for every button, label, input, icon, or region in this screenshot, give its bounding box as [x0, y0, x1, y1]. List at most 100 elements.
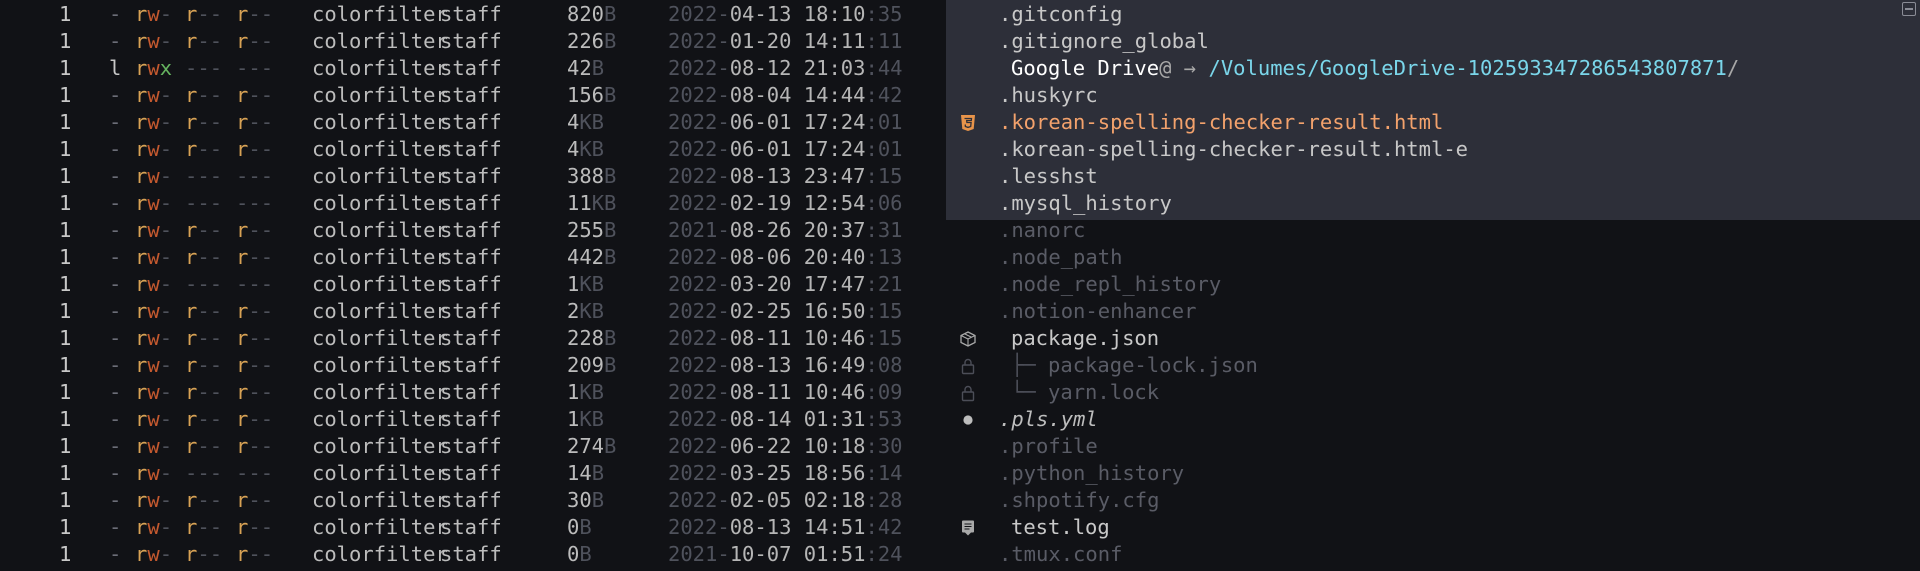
- file-name[interactable]: package.json: [1011, 325, 1159, 352]
- permission-group: ---: [236, 56, 274, 80]
- date-main: 06-22 10:18: [729, 434, 866, 458]
- file-size: 388: [567, 164, 605, 188]
- scrollbar-toggle-icon[interactable]: [1902, 2, 1916, 16]
- listing-row[interactable]: 1 - rw-r-- r-- colorfilter staff 274 B 2022-06-2…: [0, 433, 1920, 460]
- size-unit: KB: [579, 380, 605, 404]
- date-seconds: :15: [865, 299, 903, 323]
- file-size: 4: [567, 137, 580, 161]
- owner-user: colorfilter: [312, 542, 448, 566]
- date-year: 2022-: [668, 83, 730, 107]
- listing-row[interactable]: 1 - rw-r-- r-- colorfilter staff 4 KB 2022-06-01…: [0, 109, 1920, 136]
- listing-row[interactable]: 1 - rw-r-- r-- colorfilter staff 820 B 2022-04-1…: [0, 1, 1920, 28]
- file-name[interactable]: .huskyrc: [999, 82, 1098, 109]
- owner-group: staff: [440, 488, 502, 512]
- size-unit: KB: [579, 299, 605, 323]
- permission-group: rw-: [135, 326, 173, 350]
- permission-group: r--: [185, 299, 223, 323]
- date-main: 08-14 01:31: [729, 407, 866, 431]
- file-name[interactable]: .python_history: [999, 460, 1184, 487]
- link-count: 1: [59, 461, 72, 485]
- link-count: 1: [59, 353, 72, 377]
- file-name[interactable]: .gitignore_global: [999, 28, 1209, 55]
- file-name[interactable]: └─ yarn.lock: [1011, 379, 1159, 406]
- owner-group: staff: [440, 110, 502, 134]
- permission-group: r--: [185, 407, 223, 431]
- listing-row[interactable]: 1 - rw-r-- r-- colorfilter staff 0 B 2021-10-07 …: [0, 541, 1920, 568]
- file-name[interactable]: .gitconfig: [999, 1, 1122, 28]
- modified-date: 2022-08-13 14:51:42: [668, 514, 903, 541]
- file-name[interactable]: .mysql_history: [999, 190, 1172, 217]
- permission-group: rw-: [135, 245, 173, 269]
- listing-row[interactable]: 1 - rw-r-- r-- colorfilter staff 228 B 2022-08-1…: [0, 325, 1920, 352]
- owner-user: colorfilter: [312, 218, 448, 242]
- file-name[interactable]: .lesshst: [999, 163, 1098, 190]
- file-size: 14: [567, 461, 592, 485]
- link-count: 1: [59, 191, 72, 215]
- file-name[interactable]: .shpotify.cfg: [999, 487, 1159, 514]
- modified-date: 2022-03-20 17:47:21: [668, 271, 903, 298]
- file-name[interactable]: .node_path: [999, 244, 1122, 271]
- listing-row[interactable]: 1 - rw- --- --- colorfilter staff 11 KB 2022-02-1…: [0, 190, 1920, 217]
- listing-row[interactable]: 1 - rw- --- --- colorfilter staff 388 B 2022-08-1…: [0, 163, 1920, 190]
- owner-user: colorfilter: [312, 407, 448, 431]
- file-type: -: [109, 353, 122, 377]
- listing-row[interactable]: 1 - rw- --- --- colorfilter staff 14 B 2022-03-25…: [0, 460, 1920, 487]
- permission-group: rw-: [135, 353, 173, 377]
- file-type: -: [109, 380, 122, 404]
- permission-group: r--: [236, 407, 274, 431]
- file-name[interactable]: .nanorc: [999, 217, 1085, 244]
- permission-group: r--: [236, 542, 274, 566]
- modified-date: 2022-06-01 17:24:01: [668, 136, 903, 163]
- listing-row[interactable]: 1- rw-r-- r-- colorfilter staff 1 KB 2022-08-14…: [0, 406, 1920, 433]
- dot-icon: [959, 406, 977, 433]
- listing-row[interactable]: 1 - rw-r-- r-- colorfilter staff 30 B 2022-02-05…: [0, 487, 1920, 514]
- file-name[interactable]: .pls.yml: [999, 406, 1098, 433]
- permission-group: rw-: [135, 407, 173, 431]
- listing-row[interactable]: 1 - rw-r-- r-- colorfilter staff 255 B 2021-08-2…: [0, 217, 1920, 244]
- file-name[interactable]: Google Drive@ → /Volumes/GoogleDrive-102…: [1011, 55, 1739, 82]
- date-seconds: :15: [865, 164, 903, 188]
- size-unit: KB: [579, 272, 605, 296]
- date-seconds: :11: [865, 29, 903, 53]
- file-type: -: [109, 245, 122, 269]
- listing-row[interactable]: 1 - rw-r-- r-- colorfilter staff 226 B 2022-01-2…: [0, 28, 1920, 55]
- permission-group: r--: [185, 245, 223, 269]
- owner-group: staff: [440, 83, 502, 107]
- file-name[interactable]: .korean-spelling-checker-result.html: [999, 109, 1443, 136]
- permission-group: rw-: [135, 83, 173, 107]
- listing-row[interactable]: 1 - rw-r-- r-- colorfilter staff 0 B 2022-08-13 …: [0, 514, 1920, 541]
- file-name[interactable]: .node_repl_history: [999, 271, 1221, 298]
- listing-row[interactable]: 1- rw-r-- r-- colorfilter staff 1 KB 2022-08-11…: [0, 379, 1920, 406]
- file-type: -: [109, 515, 122, 539]
- permission-group: r--: [185, 380, 223, 404]
- file-name[interactable]: .notion-enhancer: [999, 298, 1196, 325]
- date-main: 10-07 01:51: [729, 542, 866, 566]
- file-size: 42: [567, 56, 592, 80]
- link-count: 1: [59, 515, 72, 539]
- listing-row[interactable]: 1- rw- --- --- colorfilter staff 1 KB 2022-03-20…: [0, 271, 1920, 298]
- date-main: 02-05 02:18: [729, 488, 866, 512]
- date-main: 08-11 10:46: [729, 380, 866, 404]
- file-name[interactable]: test.log: [1011, 514, 1110, 541]
- permission-group: r--: [185, 29, 223, 53]
- permission-group: r--: [236, 353, 274, 377]
- file-name[interactable]: .profile: [999, 433, 1098, 460]
- file-size: 228: [567, 326, 605, 350]
- listing-row[interactable]: 1 - rw-r-- r-- colorfilter staff 156 B 2022-08-0…: [0, 82, 1920, 109]
- permission-group: r--: [185, 83, 223, 107]
- date-main: 08-11 10:46: [729, 326, 866, 350]
- permission-group: rw-: [135, 542, 173, 566]
- file-name[interactable]: ├─ package-lock.json: [1011, 352, 1258, 379]
- date-seconds: :44: [865, 56, 903, 80]
- permission-group: ---: [185, 461, 223, 485]
- file-name[interactable]: .korean-spelling-checker-result.html-e: [999, 136, 1468, 163]
- listing-row[interactable]: 1 - rw-r-- r-- colorfilter staff 4 KB 2022-06-01…: [0, 136, 1920, 163]
- date-year: 2021-: [668, 218, 730, 242]
- listing-row[interactable]: 1 - rw-r-- r-- colorfilter staff 209 B 2022-08-1…: [0, 352, 1920, 379]
- listing-row[interactable]: 1 - rw-r-- r-- colorfilter staff 2 KB 2022-02-25…: [0, 298, 1920, 325]
- file-name[interactable]: .tmux.conf: [999, 541, 1122, 568]
- listing-row[interactable]: 1 - rw-r-- r-- colorfilter staff 442 B 2022-08-0…: [0, 244, 1920, 271]
- permission-group: rw-: [135, 299, 173, 323]
- lock-icon: [959, 352, 977, 379]
- listing-row[interactable]: 1 l rwx --- --- colorfilter staff 42 B 2022-08-12…: [0, 55, 1920, 82]
